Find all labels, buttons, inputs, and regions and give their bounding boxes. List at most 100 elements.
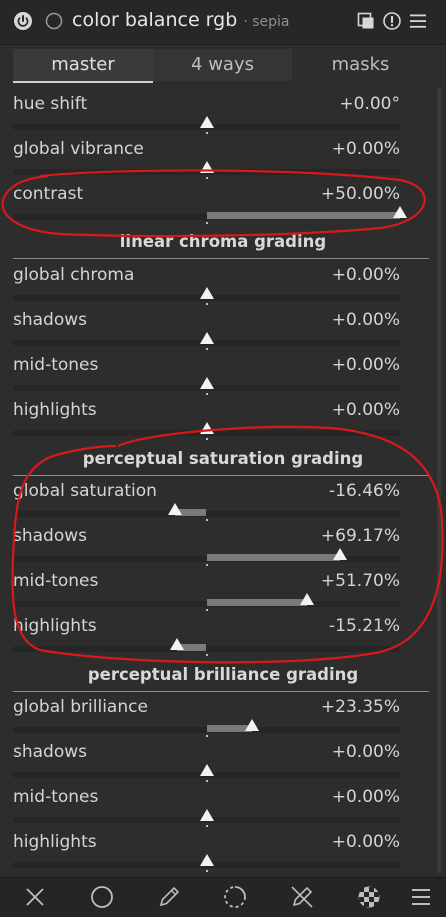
slider-value: +50.00% (320, 184, 400, 204)
circle-icon[interactable] (89, 884, 115, 910)
slider-global-chroma[interactable]: global chroma +0.00% (0, 265, 446, 310)
slider-hue-shift[interactable]: hue shift +0.00° (0, 94, 446, 139)
tab-masks[interactable]: masks (292, 49, 429, 81)
close-icon[interactable] (22, 884, 48, 910)
presets-icon[interactable] (356, 11, 376, 31)
slider-center-tick (205, 348, 208, 350)
bottom-toolbar (0, 877, 446, 917)
slider-saturation-highlights[interactable]: highlights -15.21% (0, 616, 446, 661)
section-divider (13, 475, 429, 476)
slider-center-tick (205, 735, 208, 737)
slider-brilliance-midtones[interactable]: mid-tones +0.00% (0, 787, 446, 832)
slider-value: +23.35% (320, 697, 400, 717)
slider-center-tick (205, 438, 208, 440)
slider-handle[interactable] (199, 161, 214, 173)
slider-label: mid-tones (13, 571, 99, 591)
slider-label: shadows (13, 742, 88, 762)
slider-handle[interactable] (244, 719, 259, 731)
module-name: color balance rgb (72, 9, 238, 31)
slider-center-tick (205, 519, 208, 521)
section-perceptual-saturation-grading: perceptual saturation grading (0, 449, 446, 479)
slider-handle[interactable] (199, 287, 214, 299)
slider-label: shadows (13, 310, 88, 330)
slider-value: -15.21% (329, 616, 400, 636)
slider-handle[interactable] (170, 638, 185, 650)
slider-value: +51.70% (320, 571, 400, 591)
slider-handle[interactable] (199, 854, 214, 866)
slider-label: global brilliance (13, 697, 148, 717)
slider-label: highlights (13, 616, 97, 636)
slider-center-tick (205, 654, 208, 656)
slider-global-vibrance[interactable]: global vibrance +0.00% (0, 139, 446, 184)
tab-master[interactable]: master (13, 49, 153, 83)
preset-name: · sepia (243, 14, 290, 30)
slider-center-tick (205, 825, 208, 827)
section-linear-chroma-grading: linear chroma grading (0, 232, 446, 262)
slider-value: +0.00% (331, 310, 400, 330)
slider-value: +0.00% (331, 832, 400, 852)
section-divider (13, 691, 429, 692)
slider-value: +0.00° (339, 94, 400, 114)
slider-value: -16.46% (329, 481, 400, 501)
slider-saturation-shadows[interactable]: shadows +69.17% (0, 526, 446, 571)
slider-label: contrast (13, 184, 84, 204)
slider-center-tick (205, 780, 208, 782)
slider-handle[interactable] (299, 593, 314, 605)
section-divider (13, 258, 429, 259)
slider-saturation-midtones[interactable]: mid-tones +51.70% (0, 571, 446, 616)
slider-label: global saturation (13, 481, 157, 501)
slider-center-tick (205, 870, 208, 872)
tab-bar: master 4 ways masks (13, 49, 429, 83)
slider-handle[interactable] (199, 422, 214, 434)
slider-center-tick (205, 564, 208, 566)
circle-icon[interactable] (44, 11, 64, 31)
slider-fill (206, 554, 341, 561)
section-title: perceptual saturation grading (82, 449, 364, 468)
slider-label: global chroma (13, 265, 135, 285)
slider-fill (206, 212, 400, 219)
slider-handle[interactable] (167, 503, 182, 515)
slider-label: hue shift (13, 94, 88, 114)
slider-chroma-midtones[interactable]: mid-tones +0.00% (0, 355, 446, 400)
slider-center-tick (205, 132, 208, 134)
slider-label: global vibrance (13, 139, 144, 159)
slider-value: +0.00% (331, 742, 400, 762)
section-perceptual-brilliance-grading: perceptual brilliance grading (0, 665, 446, 695)
slider-value: +0.00% (331, 400, 400, 420)
section-title: perceptual brilliance grading (87, 665, 359, 684)
slider-brilliance-highlights[interactable]: highlights +0.00% (0, 832, 446, 877)
slider-chroma-shadows[interactable]: shadows +0.00% (0, 310, 446, 355)
slider-contrast[interactable]: contrast +50.00% (0, 184, 446, 229)
slider-label: mid-tones (13, 787, 99, 807)
power-icon[interactable] (13, 11, 33, 31)
menu-icon[interactable] (408, 11, 428, 31)
slider-handle[interactable] (393, 206, 407, 218)
slider-global-saturation[interactable]: global saturation -16.46% (0, 481, 446, 526)
checkerboard-icon[interactable] (356, 884, 382, 910)
slider-center-tick (205, 609, 208, 611)
slider-handle[interactable] (199, 809, 214, 821)
slider-global-brilliance[interactable]: global brilliance +23.35% (0, 697, 446, 742)
slider-brilliance-shadows[interactable]: shadows +0.00% (0, 742, 446, 787)
scrollbar[interactable] (437, 88, 441, 873)
slider-center-tick (205, 393, 208, 395)
slider-label: shadows (13, 526, 88, 546)
slider-chroma-highlights[interactable]: highlights +0.00% (0, 400, 446, 445)
module-title: color balance rgb · sepia (72, 9, 290, 31)
module-header: color balance rgb · sepia (0, 0, 446, 45)
slider-label: highlights (13, 400, 97, 420)
slider-handle[interactable] (199, 764, 214, 776)
pencil-icon[interactable] (156, 884, 182, 910)
slider-track[interactable] (13, 646, 400, 652)
slider-handle[interactable] (199, 377, 214, 389)
tab-4-ways[interactable]: 4 ways (153, 49, 292, 81)
menu-icon[interactable] (408, 884, 434, 910)
dashed-circle-icon[interactable] (222, 884, 248, 910)
slider-track[interactable] (13, 511, 400, 517)
slider-center-tick (205, 303, 208, 305)
slider-handle[interactable] (199, 116, 214, 128)
pencil-slash-icon[interactable] (289, 884, 315, 910)
slider-handle[interactable] (199, 332, 214, 344)
slider-handle[interactable] (333, 548, 348, 560)
reset-icon[interactable] (382, 11, 402, 31)
